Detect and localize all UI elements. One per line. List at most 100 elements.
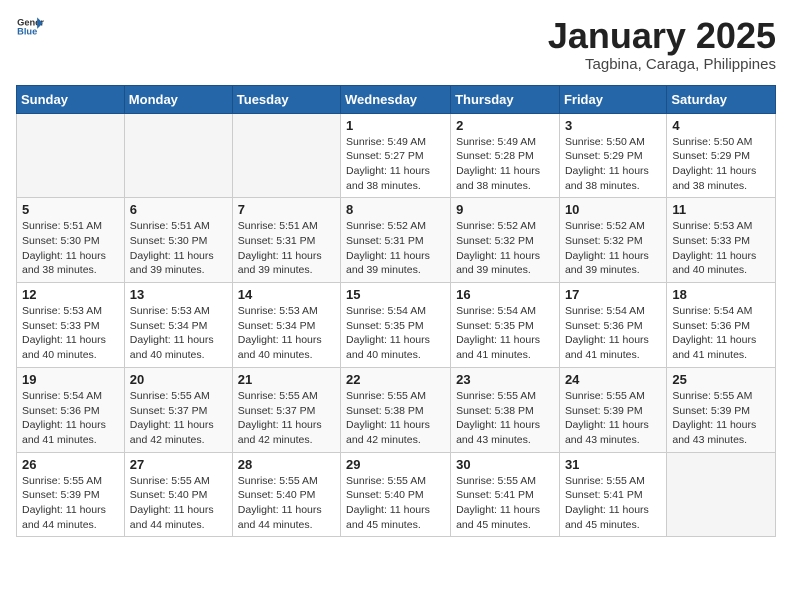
- day-info: Sunrise: 5:55 AM Sunset: 5:40 PM Dayligh…: [238, 474, 335, 533]
- day-info: Sunrise: 5:49 AM Sunset: 5:28 PM Dayligh…: [456, 135, 554, 194]
- day-info: Sunrise: 5:52 AM Sunset: 5:31 PM Dayligh…: [346, 219, 445, 278]
- svg-text:Blue: Blue: [17, 27, 37, 36]
- day-number: 17: [565, 287, 661, 302]
- table-row: 2 Sunrise: 5:49 AM Sunset: 5:28 PM Daylig…: [451, 113, 560, 198]
- day-number: 29: [346, 457, 445, 472]
- day-number: 7: [238, 202, 335, 217]
- day-number: 4: [672, 118, 770, 133]
- day-number: 13: [130, 287, 227, 302]
- day-info: Sunrise: 5:50 AM Sunset: 5:29 PM Dayligh…: [672, 135, 770, 194]
- day-info: Sunrise: 5:52 AM Sunset: 5:32 PM Dayligh…: [456, 219, 554, 278]
- day-number: 8: [346, 202, 445, 217]
- table-row: 29 Sunrise: 5:55 AM Sunset: 5:40 PM Dayli…: [341, 452, 451, 537]
- table-row: 5Sunrise: 5:51 AM Sunset: 5:30 PM Daylig…: [17, 198, 125, 283]
- day-number: 1: [346, 118, 445, 133]
- day-number: 21: [238, 372, 335, 387]
- logo: General Blue: [16, 16, 44, 36]
- day-info: Sunrise: 5:55 AM Sunset: 5:37 PM Dayligh…: [130, 389, 227, 448]
- table-row: [124, 113, 232, 198]
- day-number: 31: [565, 457, 661, 472]
- day-number: 9: [456, 202, 554, 217]
- table-row: 1 Sunrise: 5:49 AM Sunset: 5:27 PM Daylig…: [341, 113, 451, 198]
- day-info: Sunrise: 5:51 AM Sunset: 5:30 PM Dayligh…: [130, 219, 227, 278]
- day-info: Sunrise: 5:52 AM Sunset: 5:32 PM Dayligh…: [565, 219, 661, 278]
- page-header: General Blue January 2025 Tagbina, Carag…: [16, 16, 776, 73]
- day-info: Sunrise: 5:53 AM Sunset: 5:33 PM Dayligh…: [22, 304, 119, 363]
- header-monday: Monday: [124, 85, 232, 113]
- calendar-week-row: 5Sunrise: 5:51 AM Sunset: 5:30 PM Daylig…: [17, 198, 776, 283]
- day-number: 27: [130, 457, 227, 472]
- day-number: 22: [346, 372, 445, 387]
- day-number: 2: [456, 118, 554, 133]
- table-row: 15 Sunrise: 5:54 AM Sunset: 5:35 PM Dayli…: [341, 283, 451, 368]
- table-row: 25Sunrise: 5:55 AM Sunset: 5:39 PM Dayli…: [667, 367, 776, 452]
- day-number: 6: [130, 202, 227, 217]
- day-number: 3: [565, 118, 661, 133]
- calendar-subtitle: Tagbina, Caraga, Philippines: [548, 56, 776, 73]
- table-row: 21 Sunrise: 5:55 AM Sunset: 5:37 PM Dayli…: [232, 367, 340, 452]
- day-info: Sunrise: 5:54 AM Sunset: 5:35 PM Dayligh…: [346, 304, 445, 363]
- calendar-title: January 2025: [548, 16, 776, 56]
- day-number: 28: [238, 457, 335, 472]
- calendar-week-row: 19 Sunrise: 5:54 AM Sunset: 5:36 PM Dayli…: [17, 367, 776, 452]
- table-row: 24 Sunrise: 5:55 AM Sunset: 5:39 PM Dayli…: [559, 367, 666, 452]
- day-info: Sunrise: 5:51 AM Sunset: 5:30 PM Dayligh…: [22, 219, 119, 278]
- header-saturday: Saturday: [667, 85, 776, 113]
- day-number: 18: [672, 287, 770, 302]
- day-number: 11: [672, 202, 770, 217]
- table-row: 8 Sunrise: 5:52 AM Sunset: 5:31 PM Daylig…: [341, 198, 451, 283]
- day-info: Sunrise: 5:54 AM Sunset: 5:36 PM Dayligh…: [22, 389, 119, 448]
- table-row: 4 Sunrise: 5:50 AM Sunset: 5:29 PM Daylig…: [667, 113, 776, 198]
- calendar-week-row: 1 Sunrise: 5:49 AM Sunset: 5:27 PM Daylig…: [17, 113, 776, 198]
- day-info: Sunrise: 5:49 AM Sunset: 5:27 PM Dayligh…: [346, 135, 445, 194]
- day-info: Sunrise: 5:54 AM Sunset: 5:35 PM Dayligh…: [456, 304, 554, 363]
- header-friday: Friday: [559, 85, 666, 113]
- day-number: 19: [22, 372, 119, 387]
- day-info: Sunrise: 5:53 AM Sunset: 5:34 PM Dayligh…: [238, 304, 335, 363]
- day-info: Sunrise: 5:55 AM Sunset: 5:39 PM Dayligh…: [672, 389, 770, 448]
- day-info: Sunrise: 5:55 AM Sunset: 5:39 PM Dayligh…: [565, 389, 661, 448]
- table-row: 23Sunrise: 5:55 AM Sunset: 5:38 PM Dayli…: [451, 367, 560, 452]
- day-number: 15: [346, 287, 445, 302]
- day-info: Sunrise: 5:53 AM Sunset: 5:34 PM Dayligh…: [130, 304, 227, 363]
- day-number: 30: [456, 457, 554, 472]
- table-row: 10Sunrise: 5:52 AM Sunset: 5:32 PM Dayli…: [559, 198, 666, 283]
- table-row: 14 Sunrise: 5:53 AM Sunset: 5:34 PM Dayli…: [232, 283, 340, 368]
- day-info: Sunrise: 5:55 AM Sunset: 5:39 PM Dayligh…: [22, 474, 119, 533]
- table-row: 9 Sunrise: 5:52 AM Sunset: 5:32 PM Daylig…: [451, 198, 560, 283]
- day-info: Sunrise: 5:50 AM Sunset: 5:29 PM Dayligh…: [565, 135, 661, 194]
- day-number: 12: [22, 287, 119, 302]
- table-row: 13 Sunrise: 5:53 AM Sunset: 5:34 PM Dayli…: [124, 283, 232, 368]
- table-row: 3 Sunrise: 5:50 AM Sunset: 5:29 PM Daylig…: [559, 113, 666, 198]
- table-row: [232, 113, 340, 198]
- header-tuesday: Tuesday: [232, 85, 340, 113]
- day-number: 20: [130, 372, 227, 387]
- day-number: 24: [565, 372, 661, 387]
- day-info: Sunrise: 5:55 AM Sunset: 5:41 PM Dayligh…: [456, 474, 554, 533]
- calendar-table: Sunday Monday Tuesday Wednesday Thursday…: [16, 85, 776, 538]
- table-row: 26Sunrise: 5:55 AM Sunset: 5:39 PM Dayli…: [17, 452, 125, 537]
- table-row: 18 Sunrise: 5:54 AM Sunset: 5:36 PM Dayli…: [667, 283, 776, 368]
- header-thursday: Thursday: [451, 85, 560, 113]
- day-info: Sunrise: 5:55 AM Sunset: 5:41 PM Dayligh…: [565, 474, 661, 533]
- day-info: Sunrise: 5:55 AM Sunset: 5:37 PM Dayligh…: [238, 389, 335, 448]
- header-wednesday: Wednesday: [341, 85, 451, 113]
- day-info: Sunrise: 5:55 AM Sunset: 5:40 PM Dayligh…: [130, 474, 227, 533]
- table-row: 16Sunrise: 5:54 AM Sunset: 5:35 PM Dayli…: [451, 283, 560, 368]
- table-row: [17, 113, 125, 198]
- table-row: 11 Sunrise: 5:53 AM Sunset: 5:33 PM Dayli…: [667, 198, 776, 283]
- weekday-header-row: Sunday Monday Tuesday Wednesday Thursday…: [17, 85, 776, 113]
- logo-icon: General Blue: [16, 16, 44, 36]
- table-row: 19 Sunrise: 5:54 AM Sunset: 5:36 PM Dayli…: [17, 367, 125, 452]
- day-info: Sunrise: 5:55 AM Sunset: 5:38 PM Dayligh…: [456, 389, 554, 448]
- day-info: Sunrise: 5:54 AM Sunset: 5:36 PM Dayligh…: [672, 304, 770, 363]
- table-row: 17Sunrise: 5:54 AM Sunset: 5:36 PM Dayli…: [559, 283, 666, 368]
- table-row: 20 Sunrise: 5:55 AM Sunset: 5:37 PM Dayli…: [124, 367, 232, 452]
- table-row: 22Sunrise: 5:55 AM Sunset: 5:38 PM Dayli…: [341, 367, 451, 452]
- calendar-week-row: 12 Sunrise: 5:53 AM Sunset: 5:33 PM Dayli…: [17, 283, 776, 368]
- table-row: 30 Sunrise: 5:55 AM Sunset: 5:41 PM Dayli…: [451, 452, 560, 537]
- day-info: Sunrise: 5:53 AM Sunset: 5:33 PM Dayligh…: [672, 219, 770, 278]
- calendar-week-row: 26Sunrise: 5:55 AM Sunset: 5:39 PM Dayli…: [17, 452, 776, 537]
- day-info: Sunrise: 5:55 AM Sunset: 5:40 PM Dayligh…: [346, 474, 445, 533]
- day-number: 14: [238, 287, 335, 302]
